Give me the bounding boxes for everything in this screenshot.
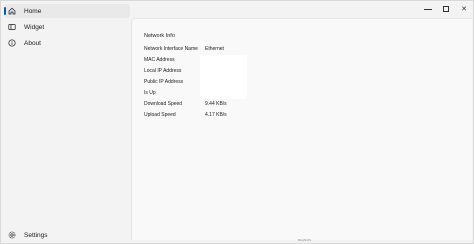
active-indicator: [4, 7, 6, 15]
section-title: Network Info: [144, 33, 175, 39]
close-button[interactable]: ✕: [455, 1, 473, 17]
sidebar-item-settings[interactable]: Settings: [4, 228, 130, 242]
info-label: Is Up: [144, 90, 156, 96]
gear-icon: [8, 231, 16, 239]
info-label: Network Interface Name: [144, 46, 198, 52]
sidebar-item-label: Settings: [24, 231, 48, 239]
sidebar-item-label: Widget: [24, 23, 45, 31]
sidebar-item-home[interactable]: Home: [4, 4, 130, 18]
info-label: Upload Speed: [144, 112, 176, 118]
content-panel: Network Info Network Interface Name Ethe…: [131, 18, 472, 242]
sidebar-item-label: About: [24, 39, 41, 47]
maximize-button[interactable]: [437, 1, 455, 17]
sidebar: Home Widget About Settings: [1, 1, 131, 244]
info-icon: [8, 39, 16, 47]
home-icon: [8, 7, 16, 15]
window-controls: ✕: [419, 1, 473, 17]
minimize-button[interactable]: [419, 1, 437, 17]
info-label: Download Speed: [144, 101, 183, 107]
info-label: Public IP Address: [144, 79, 184, 85]
widget-icon: [8, 23, 16, 31]
sidebar-item-label: Home: [24, 7, 42, 15]
info-value: 4.17 KB/s: [205, 112, 227, 118]
maximize-icon: [443, 6, 449, 12]
close-icon: ✕: [461, 6, 467, 13]
info-label: MAC Address: [144, 57, 175, 63]
app-window: ✕ Home Widget About Settings Network Inf…: [0, 0, 474, 244]
minimize-icon: [424, 8, 432, 10]
sidebar-item-about[interactable]: About: [4, 36, 130, 50]
redacted-values-block: [200, 55, 247, 99]
info-value: 9.44 KB/s: [205, 101, 227, 107]
sidebar-item-widget[interactable]: Widget: [4, 20, 130, 34]
info-label: Local IP Address: [144, 68, 182, 74]
footer-text: BingNiCN: [298, 238, 312, 242]
info-value: Ethernet: [205, 46, 224, 52]
